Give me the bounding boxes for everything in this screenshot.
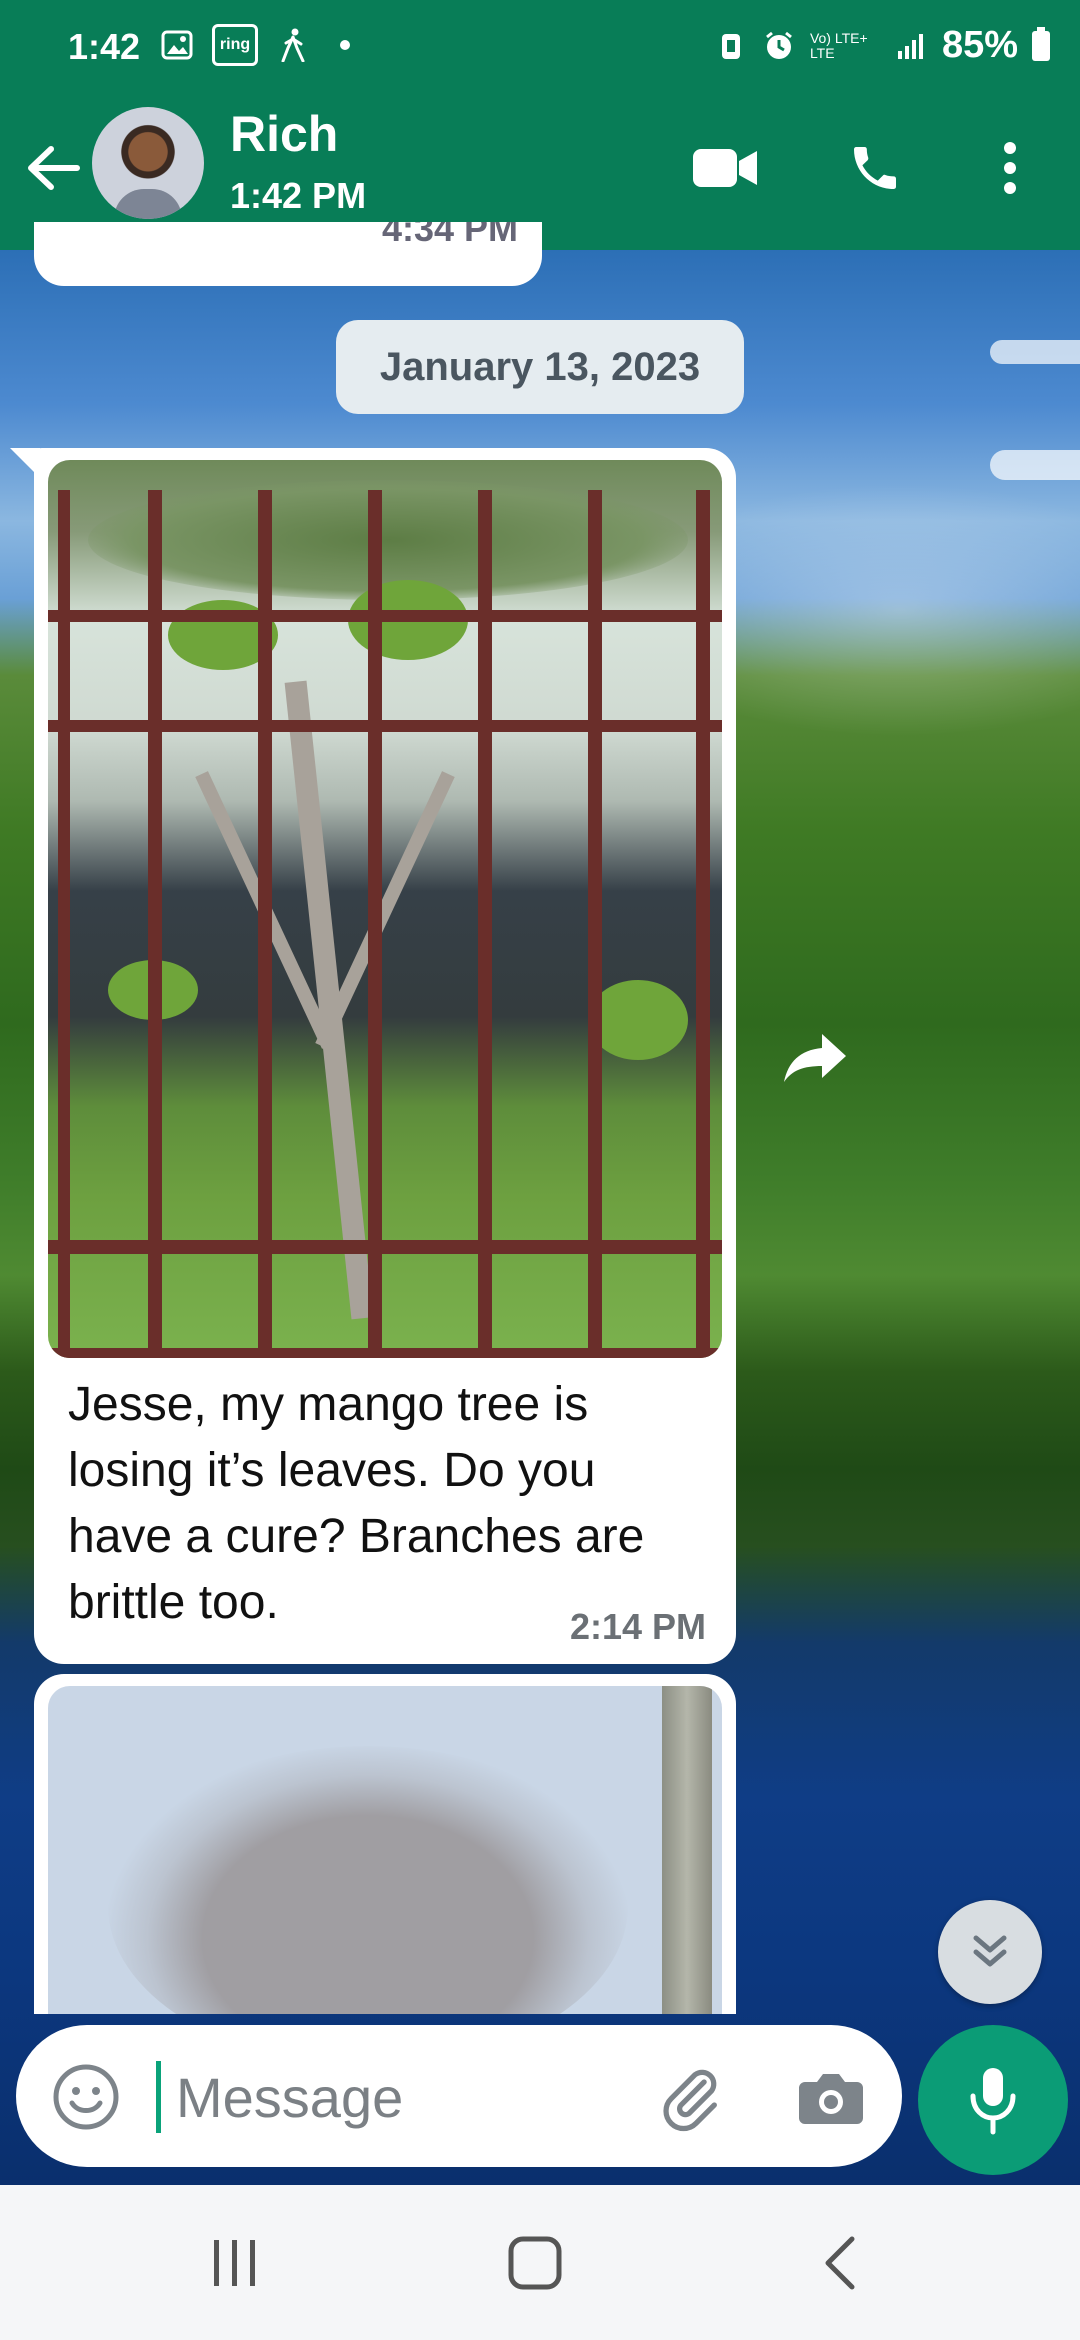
paperclip-icon xyxy=(663,2069,717,2132)
phone-icon xyxy=(854,147,896,189)
avatar-figure xyxy=(114,189,182,219)
contact-name[interactable]: Rich xyxy=(230,105,338,163)
forward-icon xyxy=(784,1034,846,1082)
camera-button[interactable] xyxy=(786,2053,876,2143)
gallery-icon xyxy=(160,28,194,62)
photo-fence-bar xyxy=(696,490,710,1358)
back-button[interactable] xyxy=(18,133,88,203)
video-camera-icon xyxy=(693,149,757,187)
photo-fence-bar xyxy=(258,490,272,1358)
photo-tree-trunk xyxy=(284,680,374,1320)
message-text: Jesse, my mango tree is losing it’s leav… xyxy=(68,1378,645,1629)
home-icon xyxy=(508,2236,562,2290)
status-bar: 1:42 ring Vo) LTE+ LTE 85% xyxy=(0,0,1080,95)
forward-button[interactable] xyxy=(780,1030,850,1086)
cloud xyxy=(990,340,1080,364)
emoji-button[interactable] xyxy=(50,2061,122,2133)
system-navigation-bar xyxy=(0,2185,1080,2340)
message-composer xyxy=(16,2025,902,2167)
photo-fence-bar xyxy=(588,490,602,1358)
avatar[interactable] xyxy=(92,107,204,219)
photo-leaves xyxy=(588,980,688,1060)
attach-button[interactable] xyxy=(646,2053,736,2143)
emoji-icon xyxy=(53,2064,119,2130)
app-bar: 1:42 ring Vo) LTE+ LTE 85% Rich 1:42 PM xyxy=(0,0,1080,250)
message-time: 2:14 PM xyxy=(569,1606,706,1647)
chevrons-down-icon xyxy=(973,1935,1007,1967)
notification-dot-icon xyxy=(328,28,362,62)
status-icons-right: Vo) LTE+ LTE 85% xyxy=(714,24,1050,67)
arrow-left-icon xyxy=(28,146,80,190)
photo-fence-bar xyxy=(478,490,492,1358)
message-photo[interactable] xyxy=(48,1686,722,2014)
recents-button[interactable] xyxy=(185,2223,285,2303)
microphone-icon xyxy=(970,2068,1016,2135)
voice-call-button[interactable] xyxy=(830,123,920,213)
status-time: 1:42 xyxy=(68,26,141,67)
voice-message-button[interactable] xyxy=(918,2025,1068,2175)
recents-icon xyxy=(214,2240,255,2286)
chevron-left-icon xyxy=(825,2236,855,2290)
more-options-button[interactable] xyxy=(965,123,1055,213)
video-call-button[interactable] xyxy=(680,123,770,213)
camera-icon xyxy=(799,2074,863,2124)
previous-message-bubble[interactable]: 4:34 PM xyxy=(34,222,542,286)
battery-percent: 85% xyxy=(941,24,1018,66)
data-saver-icon xyxy=(714,29,748,63)
home-button[interactable] xyxy=(485,2223,585,2303)
network-type-label: Vo) LTE+ LTE xyxy=(809,29,868,61)
cloud xyxy=(990,450,1080,480)
status-icons-left: ring xyxy=(160,24,362,66)
contact-last-seen: 1:42 PM xyxy=(230,175,367,216)
signal-icon xyxy=(894,29,928,63)
photo-fence-bar xyxy=(368,490,382,1358)
photo-fence-bar xyxy=(58,490,70,1358)
message-photo[interactable] xyxy=(48,460,722,1358)
back-nav-button[interactable] xyxy=(790,2223,890,2303)
date-separator: January 13, 2023 xyxy=(336,320,744,414)
more-vertical-icon xyxy=(1004,142,1016,194)
ring-app-icon: ring xyxy=(212,24,258,66)
previous-message-time: 4:34 PM xyxy=(381,222,518,249)
photo-fence-bar xyxy=(148,490,162,1358)
scroll-to-bottom-button[interactable] xyxy=(938,1900,1042,2004)
photo-tree-branch xyxy=(315,771,455,1049)
battery-icon xyxy=(1032,26,1050,61)
walking-icon xyxy=(276,28,310,62)
photo-pole xyxy=(662,1686,712,2014)
message-bubble[interactable] xyxy=(34,1674,736,2014)
photo-bare-tree xyxy=(108,1746,628,2014)
message-input[interactable] xyxy=(156,2053,658,2141)
alarm-icon xyxy=(762,29,796,63)
message-bubble[interactable]: Jesse, my mango tree is losing it’s leav… xyxy=(34,448,736,1664)
